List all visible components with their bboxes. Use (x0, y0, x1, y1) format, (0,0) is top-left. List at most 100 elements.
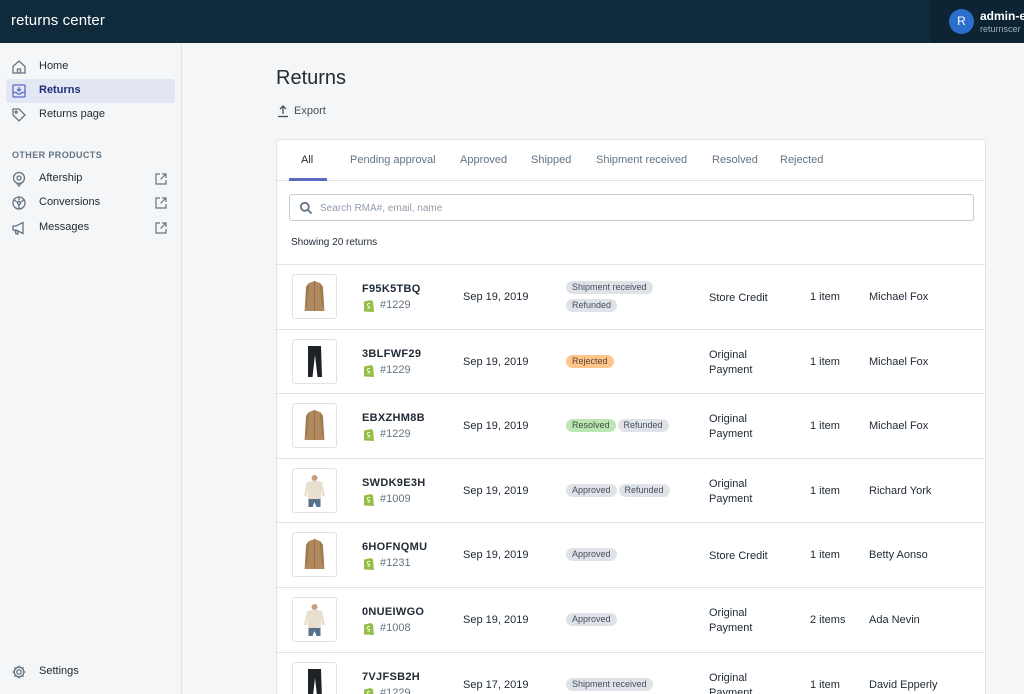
status-tabs: All Pending approval Approved Shipped Sh… (277, 140, 985, 181)
shopify-icon (364, 300, 374, 312)
refund-method-line: Original (709, 348, 747, 361)
sidebar-item-messages[interactable]: Messages (6, 216, 175, 240)
table-row[interactable]: 3BLFWF29 #1229 Sep 19, 2019 Rejected Ori… (277, 330, 985, 395)
sidebar-item-returns-page[interactable]: Returns page (6, 103, 175, 127)
shopify-icon (364, 493, 374, 506)
return-date: Sep 17, 2019 (463, 678, 529, 691)
return-date: Sep 19, 2019 (463, 549, 529, 562)
rma-number[interactable]: EBXZHM8B (362, 412, 425, 424)
sidebar-item-settings[interactable]: Settings (6, 660, 175, 684)
table-row[interactable]: 7VJFSB2H #1229 Sep 17, 2019 Shipment rec… (277, 653, 985, 694)
tab-approved[interactable]: Approved (460, 154, 507, 166)
avatar[interactable]: R (949, 9, 974, 34)
item-count: 2 items (810, 613, 846, 626)
search-icon (299, 201, 313, 215)
product-thumbnail (292, 403, 337, 449)
customer-name: Michael Fox (869, 420, 929, 433)
sidebar-item-aftership[interactable]: Aftership (6, 167, 175, 191)
tab-resolved[interactable]: Resolved (712, 154, 758, 166)
status-badges: Rejected (566, 354, 686, 373)
status-badges: Resolved Refunded (566, 419, 686, 437)
shopify-icon (364, 558, 374, 571)
external-link-icon[interactable] (154, 172, 168, 186)
refund-method-line: Payment (709, 621, 753, 634)
table-row[interactable]: F95K5TBQ #1229 Sep 19, 2019 Shipment rec… (277, 265, 985, 330)
customer-name: Betty Aonso (869, 549, 928, 562)
table-row[interactable]: 0NUEIWGO #1008 Sep 19, 2019 Approved Ori… (277, 588, 985, 653)
account-menu[interactable]: R admin-e2 returnscer (931, 0, 1024, 43)
status-badge: Refunded (566, 299, 618, 312)
app-logo[interactable]: returns center (11, 12, 105, 29)
table-row[interactable]: EBXZHM8B #1229 Sep 19, 2019 Resolved Refu… (277, 394, 985, 459)
external-link-icon[interactable] (154, 221, 168, 235)
order-number: #1229 (380, 428, 411, 441)
table-row[interactable]: 6HOFNQMU #1231 Sep 19, 2019 Approved Sto… (277, 523, 985, 588)
status-badge: Refunded (617, 419, 669, 433)
rma-number[interactable]: SWDK9E3H (362, 477, 426, 489)
item-count: 1 item (810, 484, 840, 497)
shopify-icon (364, 622, 374, 635)
sidebar-item-label: Returns page (39, 108, 106, 120)
tab-pending-approval[interactable]: Pending approval (350, 154, 436, 166)
item-count: 1 item (810, 355, 840, 368)
location-pin-icon (12, 171, 26, 187)
rma-number[interactable]: 7VJFSB2H (362, 671, 420, 683)
sidebar-item-label: Home (39, 60, 69, 72)
refund-method-line: Payment (709, 428, 753, 441)
rma-number[interactable]: F95K5TBQ (362, 283, 421, 295)
external-link-icon[interactable] (154, 196, 168, 210)
return-date: Sep 19, 2019 (463, 291, 529, 303)
sidebar-item-home[interactable]: Home (6, 55, 175, 79)
status-badges: Shipment received (566, 677, 686, 694)
refund-method-line: Original (709, 671, 747, 684)
item-count: 1 item (810, 549, 840, 562)
item-count: 1 item (810, 291, 840, 303)
status-badge: Rejected (566, 354, 614, 368)
tab-shipment-received[interactable]: Shipment received (596, 154, 687, 166)
rma-number[interactable]: 0NUEIWGO (362, 606, 424, 618)
refund-method: Store Credit (709, 549, 769, 564)
sidebar-item-returns[interactable]: Returns (6, 79, 175, 103)
tab-all[interactable]: All (301, 154, 313, 166)
status-badge: Resolved (566, 419, 616, 433)
refund-method: Original Payment (709, 671, 769, 694)
product-thumbnail (292, 661, 337, 694)
status-badge: Approved (566, 483, 617, 497)
customer-name: Ada Nevin (869, 613, 920, 626)
search-box[interactable] (289, 194, 974, 221)
order-number: #1009 (380, 492, 411, 505)
tab-shipped[interactable]: Shipped (531, 154, 571, 166)
search-input[interactable] (320, 199, 960, 217)
return-date: Sep 19, 2019 (463, 355, 529, 368)
inbox-icon (12, 84, 26, 98)
refund-method-line: Store Credit (709, 292, 768, 304)
page-title: Returns (276, 67, 347, 89)
tab-rejected[interactable]: Rejected (780, 154, 823, 166)
sidebar-item-label: Conversions (39, 196, 101, 208)
status-badges: Approved (566, 548, 686, 566)
sidebar-item-label: Aftership (39, 172, 83, 184)
refund-method: Original Payment (709, 477, 769, 507)
customer-name: Michael Fox (869, 355, 929, 368)
refund-method: Original Payment (709, 412, 769, 442)
top-bar: returns center R admin-e2 returnscer (0, 0, 1024, 43)
rma-number[interactable]: 3BLFWF29 (362, 348, 421, 360)
status-badges: Approved (566, 612, 686, 631)
refund-method-line: Original (709, 477, 747, 490)
table-row[interactable]: SWDK9E3H #1009 Sep 19, 2019 Approved Refu… (277, 459, 985, 524)
shopify-icon (364, 687, 374, 694)
active-tab-indicator (289, 178, 327, 181)
sidebar-item-conversions[interactable]: Conversions (6, 191, 175, 215)
account-subtitle: returnscer (980, 24, 1021, 34)
account-name: admin-e2 (980, 9, 1024, 23)
results-count: Showing 20 returns (291, 237, 378, 248)
returns-list: F95K5TBQ #1229 Sep 19, 2019 Shipment rec… (277, 264, 985, 694)
status-badge: Shipment received (566, 677, 653, 691)
order-number: #1231 (380, 557, 411, 570)
refund-method-line: Original (709, 606, 747, 619)
export-label: Export (294, 105, 326, 117)
sidebar-item-label: Returns (39, 84, 81, 96)
order-number: #1229 (380, 299, 411, 311)
rma-number[interactable]: 6HOFNQMU (362, 541, 427, 553)
status-badge: Shipment received (566, 281, 653, 294)
